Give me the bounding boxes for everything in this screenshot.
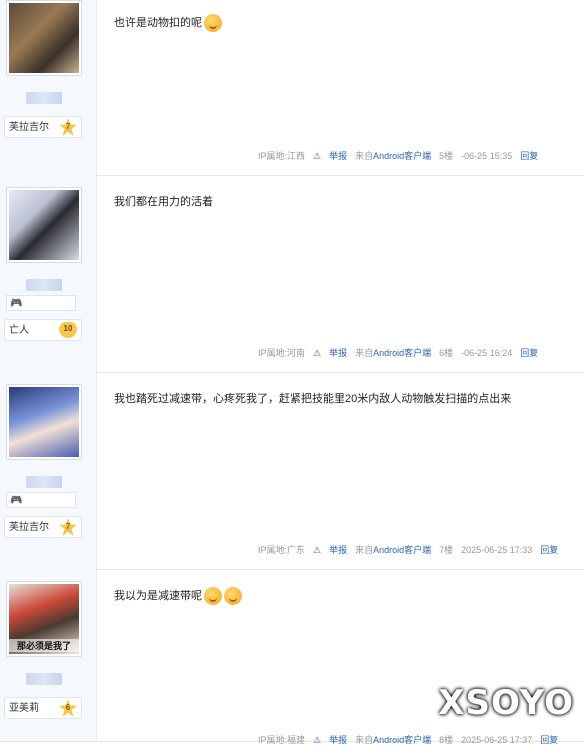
warning-icon[interactable]: ⚠ [313, 735, 321, 745]
post-meta: IP属地:江西 ⚠ 举报 来自Android客户端 5楼 -06-25 15:35 回复 [258, 149, 546, 162]
post-meta: IP属地:福建 ⚠ 举报 来自Android客户端 8楼 2025-06-25 17:37… [258, 733, 566, 746]
warning-icon[interactable]: ⚠ [313, 545, 321, 555]
avatar-frame[interactable] [6, 187, 82, 263]
client-link[interactable]: Android客户端 [373, 348, 431, 358]
post-content: 也许是动物扣的呢 [114, 14, 222, 33]
post-time: -06-25 15:35 [461, 151, 513, 161]
ip-location: IP属地:江西 [258, 151, 306, 161]
level-badge[interactable]: 亚美莉 6 [4, 697, 82, 719]
source-prefix: 来自 [355, 348, 374, 358]
reply-link[interactable]: 回复 [520, 151, 538, 161]
author-sidebar: 🎮 亡人 10 [0, 175, 97, 372]
post-time: 2025-06-25 17:37 [461, 735, 533, 745]
report-link[interactable]: 举报 [329, 151, 347, 161]
floor-number: 7楼 [439, 545, 454, 555]
avatar-caption: 那必须是我了 [9, 639, 79, 652]
emoji-face-icon [204, 587, 222, 606]
post-text: 我以为是减速带呢 [114, 590, 202, 602]
reply-link[interactable]: 回复 [540, 545, 558, 555]
avatar[interactable] [9, 3, 79, 73]
username-blurred[interactable] [26, 92, 62, 104]
source-prefix: 来自 [355, 545, 374, 555]
ip-location: IP属地:福建 [258, 735, 306, 745]
level-number-icon: 7 [59, 518, 77, 536]
avatar-frame[interactable]: 那必须是我了 [6, 581, 82, 657]
warning-icon[interactable]: ⚠ [313, 348, 321, 358]
level-badge[interactable]: 亡人 10 [4, 319, 82, 341]
gamepad-badge: 🎮 [6, 492, 76, 508]
author-sidebar: 🎮 芙拉吉尔 7 [0, 372, 97, 569]
post-time: 2025-06-25 17:33 [461, 545, 533, 555]
avatar[interactable] [9, 190, 79, 260]
post-content: 我也踏死过减速带，心疼死我了，赶紧把技能里20米内敌人动物触发扫描的点出来 [114, 390, 511, 406]
floor-number: 8楼 [439, 735, 454, 745]
report-link[interactable]: 举报 [329, 735, 347, 745]
post-meta: IP属地:河南 ⚠ 举报 来自Android客户端 6楼 -06-25 16:24 回复 [258, 346, 546, 359]
client-link[interactable]: Android客户端 [373, 151, 431, 161]
floor-number: 6楼 [439, 348, 454, 358]
emoji-face-icon [204, 14, 222, 33]
username-blurred[interactable] [26, 279, 62, 291]
post-text: 我也踏死过减速带，心疼死我了，赶紧把技能里20米内敌人动物触发扫描的点出来 [114, 393, 512, 405]
gamepad-badge: 🎮 [6, 295, 76, 311]
level-number-icon: 10 [59, 322, 77, 338]
level-title: 亡人 [9, 325, 29, 336]
author-sidebar: 芙拉吉尔 7 [0, 0, 97, 175]
post-floor: 🎮 亡人 10 我们都在用力的活着 IP属地:河南 ⚠ 举报 来自Android客户端 6楼 -0… [0, 175, 584, 373]
avatar[interactable] [9, 387, 79, 457]
level-title: 芙拉吉尔 [9, 522, 49, 533]
client-link[interactable]: Android客户端 [373, 545, 431, 555]
level-title: 亚美莉 [9, 703, 39, 714]
level-badge[interactable]: 芙拉吉尔 7 [4, 116, 82, 138]
reply-link[interactable]: 回复 [520, 348, 538, 358]
source-prefix: 来自 [355, 735, 374, 745]
username-blurred[interactable] [26, 673, 62, 685]
avatar-frame[interactable] [6, 384, 82, 460]
source-prefix: 来自 [355, 151, 374, 161]
level-title: 芙拉吉尔 [9, 122, 49, 133]
avatar-frame[interactable] [6, 0, 82, 76]
gamepad-icon: 🎮 [10, 298, 23, 309]
avatar[interactable]: 那必须是我了 [9, 584, 79, 654]
report-link[interactable]: 举报 [329, 348, 347, 358]
post-floor: 芙拉吉尔 7 也许是动物扣的呢 IP属地:江西 ⚠ 举报 来自Android客户端 5楼 -06… [0, 0, 584, 176]
post-text: 我们都在用力的活着 [114, 196, 213, 208]
level-badge[interactable]: 芙拉吉尔 7 [4, 516, 82, 538]
post-content: 我们都在用力的活着 [114, 193, 213, 209]
post-floor: 🎮 芙拉吉尔 7 我也踏死过减速带，心疼死我了，赶紧把技能里20米内敌人动物触发扫描的… [0, 372, 584, 570]
watermark-logo: XSOYO [438, 683, 574, 723]
level-number-icon: 7 [59, 118, 77, 136]
client-link[interactable]: Android客户端 [373, 735, 431, 745]
floor-number: 5楼 [439, 151, 454, 161]
post-content: 我以为是减速带呢 [114, 587, 242, 606]
ip-location: IP属地:河南 [258, 348, 306, 358]
ip-location: IP属地:广东 [258, 545, 306, 555]
post-text: 也许是动物扣的呢 [114, 17, 202, 29]
warning-icon[interactable]: ⚠ [313, 151, 321, 161]
post-meta: IP属地:广东 ⚠ 举报 来自Android客户端 7楼 2025-06-25 17:33… [258, 543, 566, 556]
username-blurred[interactable] [26, 476, 62, 488]
emoji-face-icon [224, 587, 242, 606]
report-link[interactable]: 举报 [329, 545, 347, 555]
author-sidebar: 那必须是我了 亚美莉 6 [0, 569, 97, 741]
reply-link[interactable]: 回复 [540, 735, 558, 745]
post-time: -06-25 16:24 [461, 348, 513, 358]
level-number-icon: 6 [59, 699, 77, 717]
gamepad-icon: 🎮 [10, 495, 23, 506]
